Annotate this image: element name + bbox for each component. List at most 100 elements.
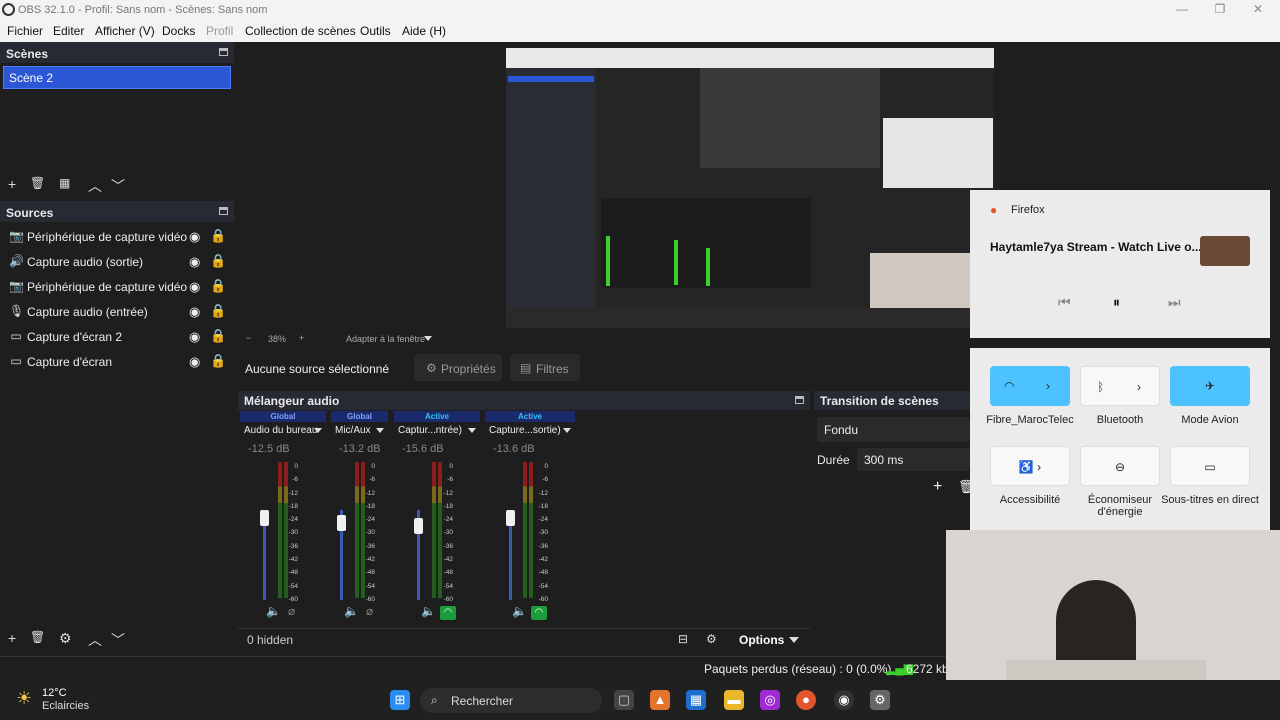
lock-icon[interactable]: 🔒: [210, 228, 226, 244]
chevron-right-icon[interactable]: ›: [1046, 366, 1050, 406]
windows-start-icon[interactable]: ⊞: [390, 690, 410, 710]
move-source-up-button[interactable]: ︿: [88, 630, 102, 650]
menu-collection-scenes[interactable]: Collection de scènes: [245, 24, 356, 38]
monitor-off-icon[interactable]: ⌀: [288, 604, 295, 618]
mute-speaker-icon[interactable]: 🔈: [421, 604, 436, 618]
firefox-icon[interactable]: ●: [796, 690, 816, 710]
bluetooth-tile[interactable]: ᛒ ›: [1080, 366, 1160, 406]
undock-icon[interactable]: [219, 207, 228, 215]
chevron-down-icon[interactable]: [468, 428, 476, 433]
add-source-button[interactable]: +: [8, 630, 16, 646]
firefox-icon: ●: [990, 203, 998, 217]
source-item[interactable]: ▭ Capture d'écran ◉ 🔒: [0, 349, 234, 374]
undock-icon[interactable]: [219, 48, 228, 56]
lock-icon[interactable]: 🔒: [210, 303, 226, 319]
source-properties-button[interactable]: ⚙: [59, 630, 72, 647]
source-item[interactable]: 🔊 Capture audio (sortie) ◉ 🔒: [0, 249, 234, 274]
fader-knob[interactable]: [337, 514, 346, 531]
settings-icon[interactable]: ⚙: [870, 690, 890, 710]
accessibility-tile[interactable]: ♿ ›: [990, 446, 1070, 486]
mute-speaker-icon[interactable]: 🔈: [266, 604, 281, 618]
mute-speaker-icon[interactable]: 🔈: [344, 604, 359, 618]
maximize-button[interactable]: ❐: [1210, 2, 1230, 16]
search-box[interactable]: ⌕ Rechercher: [420, 688, 602, 713]
visibility-eye-icon[interactable]: ◉: [189, 254, 200, 270]
source-item[interactable]: 📷 Périphérique de capture vidéo ◉ 🔒: [0, 224, 234, 249]
layout-icon[interactable]: ⊟: [678, 632, 688, 646]
battery-saver-tile[interactable]: ⊖: [1080, 446, 1160, 486]
source-item[interactable]: 📷 Périphérique de capture vidéo ◉ 🔒: [0, 274, 234, 299]
transition-select[interactable]: Fondu: [817, 417, 970, 442]
pause-icon[interactable]: ⏸: [1113, 294, 1120, 311]
menu-fichier[interactable]: Fichier: [7, 24, 43, 38]
headphones-icon[interactable]: ◠: [440, 604, 456, 620]
chevron-down-icon[interactable]: [424, 336, 432, 341]
properties-button[interactable]: ⚙ Propriétés: [414, 354, 502, 381]
move-scene-down-button[interactable]: ﹀: [111, 176, 125, 196]
channel-name[interactable]: Capture...sortie): [489, 425, 561, 436]
app-icon[interactable]: ▲: [650, 690, 670, 710]
visibility-eye-icon[interactable]: ◉: [189, 229, 200, 245]
lock-icon[interactable]: 🔒: [210, 253, 226, 269]
obs-icon[interactable]: ◉: [834, 690, 854, 710]
chevron-down-icon[interactable]: [789, 637, 799, 643]
fader-knob[interactable]: [506, 510, 515, 526]
menu-afficher[interactable]: Afficher (V): [95, 24, 155, 38]
gear-icon[interactable]: ⚙: [706, 632, 717, 646]
visibility-eye-icon[interactable]: ◉: [189, 329, 200, 345]
mute-speaker-icon[interactable]: 🔈: [512, 604, 527, 618]
lock-icon[interactable]: 🔒: [210, 353, 226, 369]
file-explorer-icon[interactable]: ▬: [724, 690, 744, 710]
menu-editer[interactable]: Editer: [53, 24, 84, 38]
previous-track-icon[interactable]: ⏮: [1058, 294, 1071, 311]
menu-outils[interactable]: Outils: [360, 24, 391, 38]
preview-canvas[interactable]: [506, 48, 994, 328]
next-track-icon[interactable]: ⏭: [1168, 294, 1181, 311]
add-scene-button[interactable]: +: [8, 176, 16, 192]
chevron-right-icon[interactable]: ›: [1137, 367, 1141, 407]
move-source-down-button[interactable]: ﹀: [111, 630, 125, 650]
close-button[interactable]: ✕: [1248, 2, 1268, 16]
monitor-off-icon[interactable]: ⌀: [366, 604, 373, 618]
remove-scene-button[interactable]: 🗑: [30, 176, 45, 190]
zoom-in-button[interactable]: +: [299, 333, 304, 343]
fader-knob[interactable]: [260, 510, 269, 526]
channel-name[interactable]: Audio du bureau: [244, 425, 317, 436]
duration-input[interactable]: 300 ms: [857, 448, 970, 471]
wifi-tile[interactable]: ◠ ›: [990, 366, 1070, 406]
add-transition-button[interactable]: +: [933, 478, 942, 496]
captions-tile[interactable]: ▭: [1170, 446, 1250, 486]
headphones-icon[interactable]: ◠: [531, 604, 547, 620]
minimize-button[interactable]: —: [1172, 2, 1192, 16]
source-item[interactable]: 🎙 Capture audio (entrée) ◉ 🔒: [0, 299, 234, 324]
lock-icon[interactable]: 🔒: [210, 278, 226, 294]
chevron-down-icon[interactable]: [314, 428, 322, 433]
channel-name[interactable]: Captur...ntrée): [398, 425, 462, 436]
menu-aide[interactable]: Aide (H): [402, 24, 446, 38]
fader-knob[interactable]: [414, 518, 423, 534]
source-item[interactable]: ▭ Capture d'écran 2 ◉ 🔒: [0, 324, 234, 349]
filters-button[interactable]: ▤ Filtres: [510, 354, 580, 381]
chevron-down-icon[interactable]: [563, 428, 571, 433]
menu-profil[interactable]: Profil: [206, 24, 233, 38]
undock-icon[interactable]: [795, 396, 804, 404]
options-button[interactable]: Options: [739, 633, 784, 647]
scene-item[interactable]: Scène 2: [3, 66, 231, 89]
visibility-eye-icon[interactable]: ◉: [189, 354, 200, 370]
store-icon[interactable]: ▦: [686, 690, 706, 710]
move-scene-up-button[interactable]: ︿: [88, 176, 102, 196]
remove-source-button[interactable]: 🗑: [30, 630, 45, 644]
zoom-out-button[interactable]: −: [246, 333, 251, 343]
weather-icon[interactable]: ☀: [16, 688, 32, 709]
visibility-eye-icon[interactable]: ◉: [189, 304, 200, 320]
scene-filters-button[interactable]: ▦: [59, 176, 70, 190]
app-icon[interactable]: ◎: [760, 690, 780, 710]
menu-docks[interactable]: Docks: [162, 24, 195, 38]
airplane-tile[interactable]: ✈: [1170, 366, 1250, 406]
lock-icon[interactable]: 🔒: [210, 328, 226, 344]
channel-name[interactable]: Mic/Aux: [335, 425, 371, 436]
chevron-down-icon[interactable]: [376, 428, 384, 433]
task-view-icon[interactable]: ▢: [614, 690, 634, 710]
zoom-fit-select[interactable]: Adapter à la fenêtre: [346, 334, 425, 344]
visibility-eye-icon[interactable]: ◉: [189, 279, 200, 295]
